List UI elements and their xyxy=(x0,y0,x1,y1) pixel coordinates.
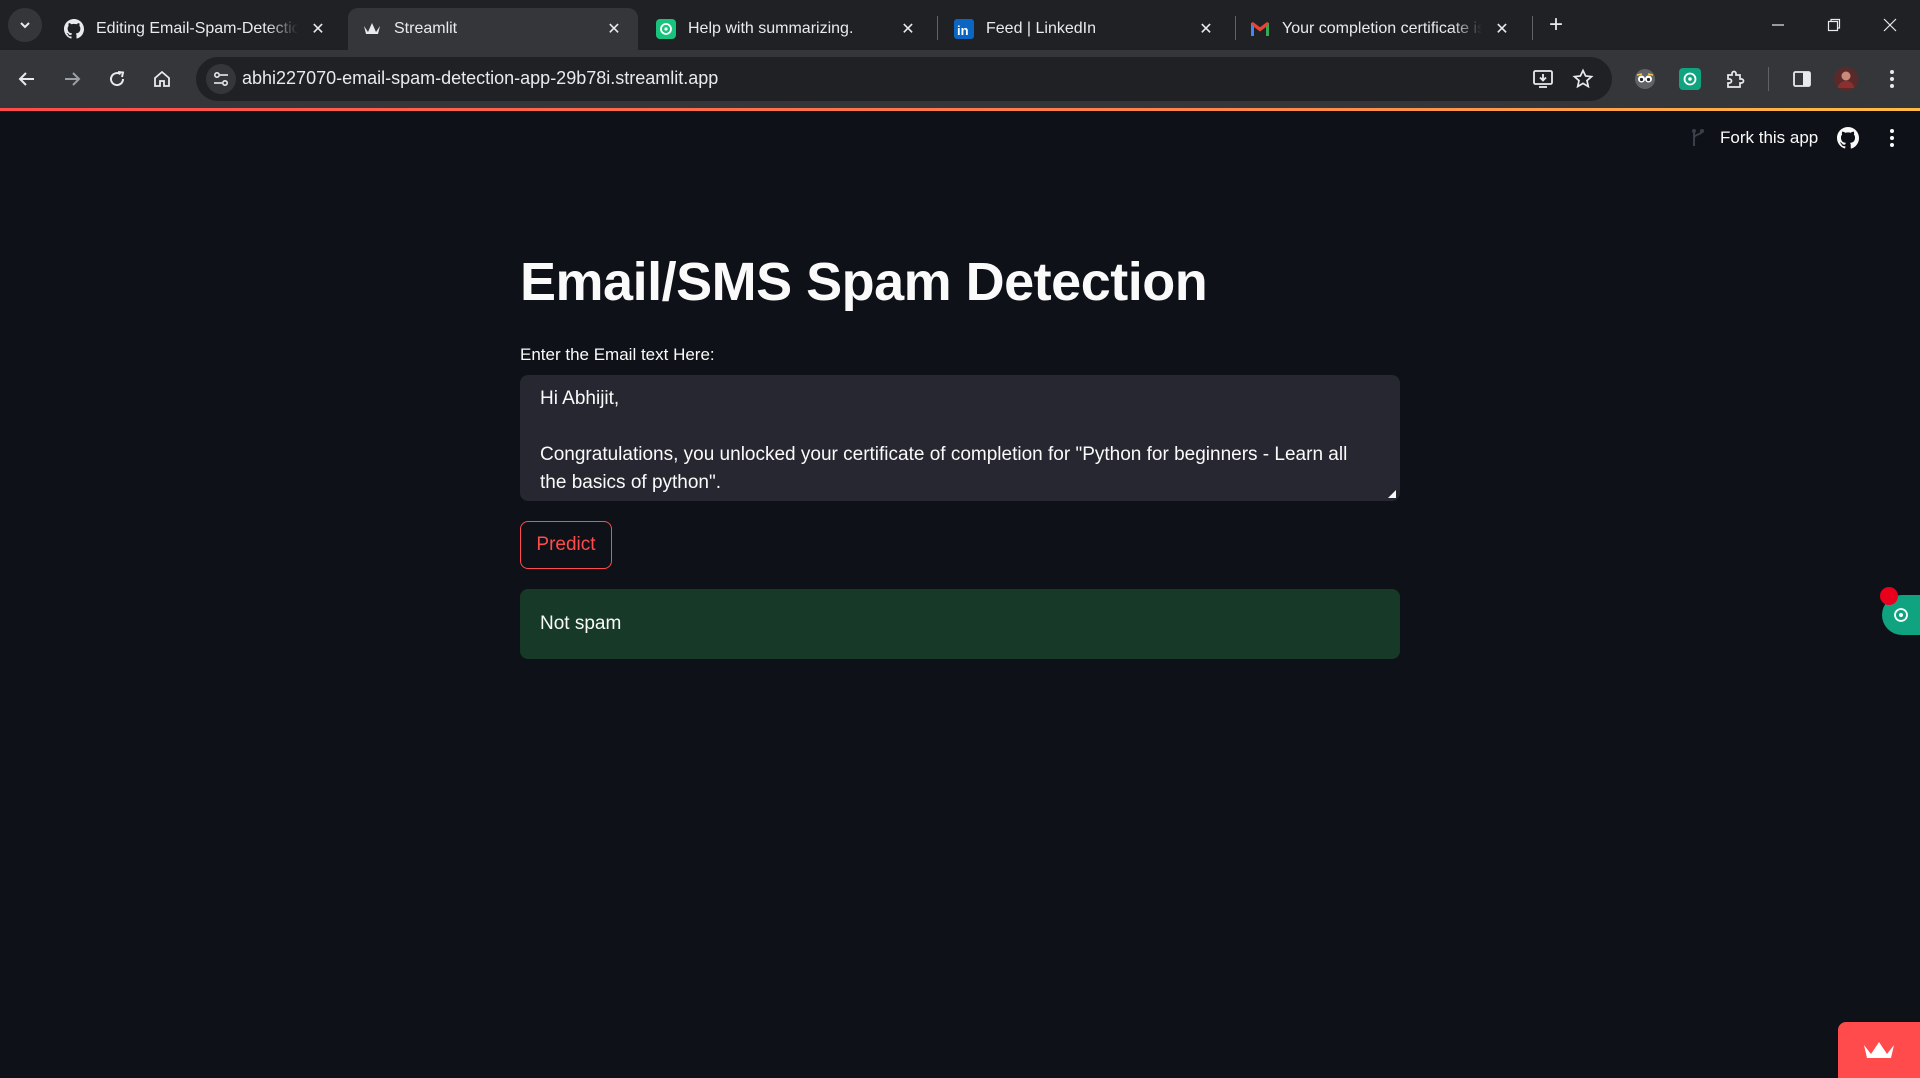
reload-button[interactable] xyxy=(100,62,134,96)
more-vertical-icon xyxy=(1890,70,1894,88)
home-icon xyxy=(154,70,170,87)
puzzle-icon xyxy=(1727,70,1745,88)
github-button[interactable] xyxy=(1836,126,1860,150)
star-icon xyxy=(1572,68,1594,89)
tab-gmail[interactable]: Your completion certificate is ready ✕ xyxy=(1236,8,1526,50)
text-line xyxy=(540,413,1380,441)
fork-label: Fork this app xyxy=(1720,128,1819,147)
reload-icon xyxy=(110,71,125,87)
predict-button[interactable]: Predict xyxy=(520,521,612,569)
text-line-greeting: Hi Abhijit, xyxy=(540,388,620,409)
browser-menu-button[interactable] xyxy=(1875,62,1909,96)
bookmark-button[interactable] xyxy=(1568,64,1598,94)
close-icon[interactable]: ✕ xyxy=(1196,19,1216,39)
eyes-extension-icon xyxy=(1635,69,1655,89)
notification-dot xyxy=(1880,587,1898,605)
close-window-button[interactable] xyxy=(1862,0,1918,50)
gmail-icon xyxy=(1250,19,1270,39)
toolbar-separator xyxy=(1768,67,1769,91)
tab-chatgpt[interactable]: Help with summarizing. ✕ xyxy=(642,8,932,50)
minimize-button[interactable] xyxy=(1750,0,1806,50)
restore-button[interactable] xyxy=(1806,0,1862,50)
arrow-right-icon xyxy=(65,72,81,86)
email-text-area[interactable]: Hi Abhijit, Congratulations, you unlocke… xyxy=(520,375,1400,501)
chatgpt-icon xyxy=(1894,608,1908,622)
text-line: Hi Abhijit, xyxy=(540,385,1380,413)
fork-app-button[interactable]: Fork this app xyxy=(1688,128,1818,148)
close-icon[interactable]: ✕ xyxy=(898,19,918,39)
close-icon[interactable]: ✕ xyxy=(604,19,624,39)
extension-button-chatgpt[interactable] xyxy=(1673,62,1707,96)
chatgpt-icon xyxy=(1679,68,1701,90)
close-icon[interactable]: ✕ xyxy=(308,19,328,39)
forward-button[interactable] xyxy=(55,62,89,96)
linkedin-icon: in xyxy=(954,19,974,39)
address-bar[interactable]: abhi227070-email-spam-detection-app-29b7… xyxy=(196,57,1612,101)
profile-button[interactable] xyxy=(1829,62,1863,96)
tab-separator xyxy=(937,16,938,40)
streamlit-badge[interactable] xyxy=(1838,1022,1920,1078)
extension-button-eyes[interactable] xyxy=(1628,62,1662,96)
streamlit-app: Fork this app Email/SMS Spam Detection E… xyxy=(0,111,1920,1078)
tab-title: Editing Email-Spam-Detection/REA xyxy=(96,20,298,37)
page-title: Email/SMS Spam Detection xyxy=(520,252,1208,312)
chevron-down-icon xyxy=(20,22,30,29)
app-menu-button[interactable] xyxy=(1882,126,1902,150)
restore-icon xyxy=(1827,18,1841,32)
close-icon xyxy=(1883,18,1897,32)
tab-title: Feed | LinkedIn xyxy=(986,20,1097,37)
tab-separator xyxy=(1532,16,1533,40)
email-text-label: Enter the Email text Here: xyxy=(520,345,715,364)
more-vertical-icon xyxy=(1890,129,1894,147)
home-button[interactable] xyxy=(145,62,179,96)
streamlit-icon xyxy=(1864,1042,1894,1058)
url-text: abhi227070-email-spam-detection-app-29b7… xyxy=(242,68,719,88)
text-line: Congratulations, you unlocked your certi… xyxy=(540,444,1348,465)
streamlit-icon xyxy=(362,19,382,39)
avatar xyxy=(1834,67,1858,91)
tab-strip: Editing Email-Spam-Detection/REA ✕ Strea… xyxy=(0,0,1920,50)
new-tab-button[interactable]: + xyxy=(1542,11,1570,39)
github-icon xyxy=(64,19,84,39)
arrow-left-icon xyxy=(18,72,34,86)
tab-search-button[interactable] xyxy=(8,8,42,42)
side-panel-button[interactable] xyxy=(1785,62,1819,96)
tab-title: Your completion certificate is ready xyxy=(1282,20,1482,37)
tab-title: Streamlit xyxy=(394,20,458,37)
svg-text:in: in xyxy=(957,23,969,38)
text-line: the basics of python". xyxy=(540,472,722,493)
tab-streamlit[interactable]: Streamlit ✕ xyxy=(348,8,638,50)
minimize-icon xyxy=(1772,24,1784,26)
site-info-button[interactable] xyxy=(206,64,236,94)
install-icon xyxy=(1533,70,1553,88)
back-button[interactable] xyxy=(10,62,44,96)
resize-handle-icon[interactable] xyxy=(1388,490,1396,498)
chatgpt-floating-button[interactable] xyxy=(1880,587,1920,635)
install-app-button[interactable] xyxy=(1528,64,1558,94)
result-text: Not spam xyxy=(540,613,622,634)
close-icon[interactable]: ✕ xyxy=(1492,19,1512,39)
tab-linkedin[interactable]: in Feed | LinkedIn ✕ xyxy=(940,8,1230,50)
github-icon xyxy=(1837,127,1859,149)
tab-github[interactable]: Editing Email-Spam-Detection/REA ✕ xyxy=(50,8,342,50)
fork-icon xyxy=(1688,128,1708,148)
side-panel-icon xyxy=(1793,71,1811,87)
extensions-menu-button[interactable] xyxy=(1718,62,1752,96)
tune-icon xyxy=(213,71,229,87)
result-alert: Not spam xyxy=(520,589,1400,659)
browser-toolbar: abhi227070-email-spam-detection-app-29b7… xyxy=(0,50,1920,108)
chatgpt-icon xyxy=(656,19,676,39)
tab-title: Help with summarizing. xyxy=(688,20,854,37)
